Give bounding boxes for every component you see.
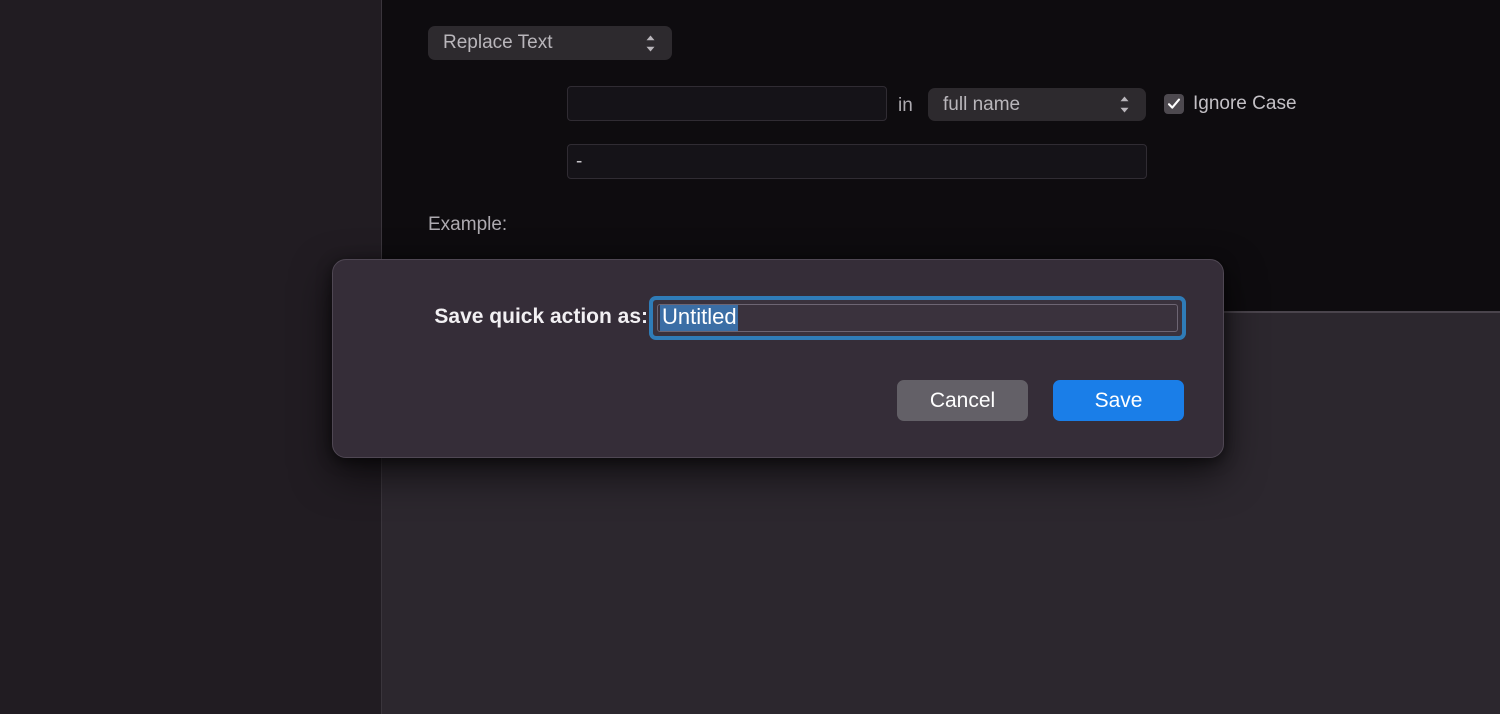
example-label: Example: (428, 214, 508, 235)
save-button[interactable]: Save (1053, 380, 1184, 421)
quick-action-name-value: Untitled (660, 305, 738, 331)
action-type-popup[interactable]: Replace Text (428, 26, 672, 60)
ignore-case-label: Ignore Case (1193, 93, 1297, 114)
quick-action-name-field-inner: Untitled (657, 304, 1178, 332)
scope-popup[interactable]: full name (928, 88, 1146, 121)
replace-input-value: - (576, 150, 583, 172)
quick-action-name-field[interactable]: Untitled (649, 296, 1186, 340)
in-connector-label: in (898, 95, 913, 116)
cancel-button[interactable]: Cancel (897, 380, 1028, 421)
chevron-up-down-icon (645, 26, 656, 60)
scope-popup-label: full name (943, 94, 1021, 115)
replace-input[interactable]: - (567, 144, 1147, 179)
find-input[interactable] (567, 86, 887, 121)
dialog-prompt-label: Save quick action as: (434, 305, 648, 328)
ignore-case-checkbox[interactable]: Ignore Case (1164, 93, 1297, 115)
chevron-up-down-icon (1119, 88, 1130, 121)
sidebar-panel (0, 0, 381, 714)
app-screen: Replace Text Find: in full name (0, 0, 1500, 714)
save-quick-action-dialog: Save quick action as: Untitled Cancel Sa… (332, 259, 1224, 458)
checkmark-icon (1164, 94, 1184, 114)
action-type-popup-label: Replace Text (443, 32, 553, 53)
dialog-button-row: Cancel Save (897, 380, 1184, 421)
